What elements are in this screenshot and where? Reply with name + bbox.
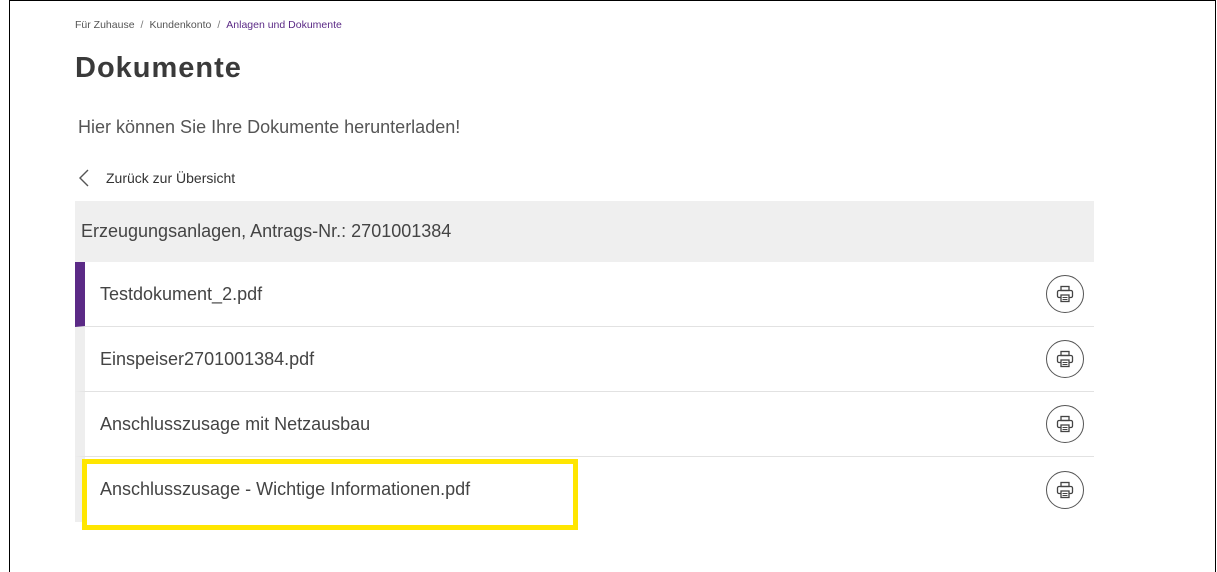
page-subtitle: Hier können Sie Ihre Dokumente herunterl… <box>78 117 461 137</box>
breadcrumb-separator: / <box>140 19 144 31</box>
page-title: Dokumente <box>75 52 242 84</box>
breadcrumb-item-current: Anlagen und Dokumente <box>226 19 342 31</box>
document-row[interactable]: Einspeiser2701001384.pdf <box>75 327 1094 392</box>
breadcrumb: Für Zuhause / Kundenkonto / Anlagen und Doku… <box>75 19 342 31</box>
panel-header: Erzeugungsanlagen, Antrags-Nr.: 27010013… <box>75 201 1094 262</box>
back-link-label: Zurück zur Übersicht <box>106 170 236 186</box>
printer-icon[interactable] <box>1046 470 1084 509</box>
document-row[interactable]: Testdokument_2.pdf <box>75 262 1094 327</box>
back-to-overview-link[interactable]: Zurück zur Übersicht <box>74 167 235 189</box>
document-name[interactable]: Anschlusszusage mit Netzausbau <box>100 414 370 435</box>
documents-panel: Erzeugungsanlagen, Antrags-Nr.: 27010013… <box>75 201 1094 522</box>
breadcrumb-item-account[interactable]: Kundenkonto <box>149 19 211 31</box>
breadcrumb-item-home[interactable]: Für Zuhause <box>75 19 135 31</box>
printer-icon[interactable] <box>1046 405 1084 443</box>
printer-icon[interactable] <box>1046 340 1084 378</box>
document-name[interactable]: Anschlusszusage - Wichtige Informationen… <box>100 479 470 500</box>
printer-icon[interactable] <box>1046 275 1084 313</box>
document-name[interactable]: Einspeiser2701001384.pdf <box>100 349 314 370</box>
document-row[interactable]: Anschlusszusage mit Netzausbau <box>75 392 1094 457</box>
chevron-left-icon <box>74 167 96 189</box>
breadcrumb-separator: / <box>217 19 221 31</box>
document-name[interactable]: Testdokument_2.pdf <box>100 284 262 305</box>
document-row[interactable]: Anschlusszusage - Wichtige Informationen… <box>75 457 1094 522</box>
